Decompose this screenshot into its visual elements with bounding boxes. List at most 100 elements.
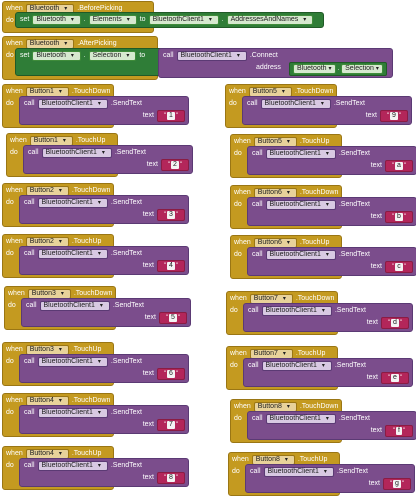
sendtext-call-block[interactable]: call BluetoothClient1 ▾ .SendText text " d ": [243, 303, 413, 332]
text-value[interactable]: 8: [167, 474, 175, 482]
sendtext-call-block[interactable]: call BluetoothClient1 ▾ .SendText text " g ": [245, 464, 415, 493]
button-handler-block[interactable]: when Button3 ▾ .TouchUp do call BluetoothCl…: [2, 342, 189, 386]
sendtext-call-block[interactable]: call BluetoothClient1 ▾ .SendText text " 7 ": [19, 405, 189, 434]
client-dropdown[interactable]: BluetoothClient1 ▾: [265, 149, 336, 159]
sendtext-call-block[interactable]: call BluetoothClient1 ▾ .SendText text " f ": [247, 411, 416, 440]
before-picking-block[interactable]: when Bluetooth ▾ .BeforePicking do set Blue…: [2, 1, 324, 33]
button-handler-block[interactable]: when Button8 ▾ .TouchUp do call BluetoothCl…: [228, 452, 415, 496]
sendtext-call-block[interactable]: call BluetoothClient1 ▾ .SendText text " a ": [247, 146, 416, 175]
when-label: when: [234, 403, 251, 410]
text-literal-block[interactable]: " 9 ": [380, 110, 408, 122]
button-handler-block[interactable]: when Button5 ▾ .TouchDown do call Bluetooth…: [225, 84, 412, 128]
text-literal-block[interactable]: " e ": [381, 372, 409, 384]
client-dropdown[interactable]: BluetoothClient1 ▾: [265, 414, 336, 424]
client-dropdown[interactable]: BluetoothClient1 ▾: [261, 361, 332, 371]
text-literal-block[interactable]: " 1 ": [157, 110, 185, 122]
text-value[interactable]: 1: [167, 112, 175, 120]
sendtext-call-block[interactable]: call BluetoothClient1 ▾ .SendText text " b ": [247, 197, 416, 226]
client-dropdown[interactable]: BluetoothClient1 ▾: [37, 357, 108, 367]
property-dropdown[interactable]: Selection ▾: [88, 51, 137, 61]
text-value[interactable]: 9: [390, 112, 398, 120]
do-label: do: [6, 462, 14, 469]
button-handler-block[interactable]: when Button7 ▾ .TouchUp do call BluetoothCl…: [226, 346, 413, 390]
text-literal-block[interactable]: " b ": [385, 211, 413, 223]
sendtext-call-block[interactable]: call BluetoothClient1 ▾ .SendText text " 3 ": [19, 195, 189, 224]
sendtext-call-block[interactable]: call BluetoothClient1 ▾ .SendText text " e ": [243, 358, 413, 387]
addr-component-dropdown[interactable]: Bluetooth ▾: [293, 64, 336, 74]
after-picking-block[interactable]: when Bluetooth ▾ .AfterPicking do set Bluet…: [2, 36, 394, 80]
event-name: .TouchDown: [294, 88, 334, 95]
text-value[interactable]: 3: [167, 211, 175, 219]
client-dropdown[interactable]: BluetoothClient1 ▾: [37, 249, 108, 259]
do-label: do: [8, 302, 16, 309]
text-value[interactable]: 4: [167, 262, 175, 270]
text-value[interactable]: c: [395, 263, 403, 271]
text-literal-block[interactable]: " a ": [385, 160, 413, 172]
client-dropdown[interactable]: BluetoothClient1 ▾: [265, 200, 336, 210]
button-handler-block[interactable]: when Button6 ▾ .TouchUp do call BluetoothCl…: [230, 235, 416, 279]
text-value[interactable]: g: [393, 480, 401, 488]
target-dropdown[interactable]: Bluetooth ▾: [32, 15, 81, 25]
client-dropdown[interactable]: BluetoothClient1 ▾: [265, 250, 336, 260]
call-label: call: [252, 415, 263, 422]
sendtext-call-block[interactable]: call BluetoothClient1 ▾ .SendText text " 9 ": [242, 96, 412, 125]
button-handler-block[interactable]: when Button4 ▾ .TouchUp do call BluetoothCl…: [2, 446, 189, 490]
address-getter-block[interactable]: Bluetooth ▾ . Selection ▾: [289, 62, 387, 76]
text-literal-block[interactable]: " g ": [383, 478, 411, 490]
button-handler-block[interactable]: when Button1 ▾ .TouchDown do call Bluetooth…: [2, 84, 189, 128]
text-value[interactable]: e: [391, 374, 399, 382]
text-literal-block[interactable]: " 2 ": [161, 159, 189, 171]
client-dropdown[interactable]: BluetoothClient1 ▾: [37, 99, 108, 109]
client-dropdown[interactable]: BluetoothClient1 ▾: [37, 408, 108, 418]
button-handler-block[interactable]: when Button7 ▾ .TouchDown do call Bluetooth…: [226, 291, 413, 335]
text-value[interactable]: f: [396, 427, 402, 435]
sendtext-call-block[interactable]: call BluetoothClient1 ▾ .SendText text " 2 ": [23, 145, 193, 174]
button-handler-block[interactable]: when Button8 ▾ .TouchDown do call Bluetooth…: [230, 399, 416, 443]
text-value[interactable]: a: [395, 162, 403, 170]
target-dropdown[interactable]: Bluetooth ▾: [32, 51, 81, 61]
source-component-dropdown[interactable]: BluetoothClient1 ▾: [148, 15, 219, 25]
sendtext-call-block[interactable]: call BluetoothClient1 ▾ .SendText text " 6 ": [19, 354, 189, 383]
property-dropdown[interactable]: Elements ▾: [88, 15, 137, 25]
text-literal-block[interactable]: " 8 ": [157, 472, 185, 484]
client-dropdown[interactable]: BluetoothClient1 ▾: [37, 198, 108, 208]
button-handler-block[interactable]: when Button6 ▾ .TouchDown do call Bluetooth…: [230, 185, 416, 229]
client-dropdown[interactable]: BluetoothClient1 ▾: [37, 461, 108, 471]
text-literal-block[interactable]: " 6 ": [157, 368, 185, 380]
set-block[interactable]: set Bluetooth ▾. Elements ▾ to BluetoothClie…: [15, 12, 324, 28]
text-value[interactable]: b: [395, 213, 403, 221]
client-dropdown[interactable]: BluetoothClient1 ▾: [261, 306, 332, 316]
text-value[interactable]: 6: [167, 370, 175, 378]
text-value[interactable]: 2: [171, 161, 179, 169]
text-literal-block[interactable]: " c ": [385, 261, 413, 273]
sendtext-call-block[interactable]: call BluetoothClient1 ▾ .SendText text " 8 ": [19, 458, 189, 487]
button-handler-block[interactable]: when Button4 ▾ .TouchDown do call Bluetooth…: [2, 393, 189, 437]
text-value[interactable]: d: [391, 319, 399, 327]
source-property-dropdown[interactable]: AddressesAndNames ▾: [226, 15, 314, 25]
text-literal-block[interactable]: " f ": [385, 425, 413, 437]
text-literal-block[interactable]: " 4 ": [157, 260, 185, 272]
client-dropdown[interactable]: BluetoothClient1 ▾: [41, 148, 112, 158]
addr-property-dropdown[interactable]: Selection ▾: [341, 64, 383, 74]
button-handler-block[interactable]: when Button1 ▾ .TouchUp do call BluetoothCl…: [6, 133, 193, 177]
button-handler-block[interactable]: when Button2 ▾ .TouchUp do call BluetoothCl…: [2, 234, 189, 278]
button-handler-block[interactable]: when Button3 ▾ .TouchDown do call Bluetooth…: [4, 286, 191, 330]
text-value[interactable]: 7: [167, 421, 175, 429]
client-dropdown[interactable]: BluetoothClient1 ▾: [263, 467, 334, 477]
connect-call-block[interactable]: call BluetoothClient1 ▾ .Connect address B…: [158, 48, 393, 78]
client-dropdown[interactable]: BluetoothClient1 ▾: [260, 99, 331, 109]
client-dropdown[interactable]: BluetoothClient1 ▾: [176, 51, 247, 61]
text-value[interactable]: 5: [169, 314, 177, 322]
sendtext-call-block[interactable]: call BluetoothClient1 ▾ .SendText text " 1 ": [19, 96, 189, 125]
text-literal-block[interactable]: " 3 ": [157, 209, 185, 221]
sendtext-call-block[interactable]: call BluetoothClient1 ▾ .SendText text " 5 ": [21, 298, 191, 327]
set-block[interactable]: set Bluetooth ▾. Selection ▾ to: [15, 48, 163, 76]
sendtext-call-block[interactable]: call BluetoothClient1 ▾ .SendText text " c ": [247, 247, 416, 276]
sendtext-call-block[interactable]: call BluetoothClient1 ▾ .SendText text " 4 ": [19, 246, 189, 275]
button-handler-block[interactable]: when Button2 ▾ .TouchDown do call Bluetooth…: [2, 183, 189, 227]
button-handler-block[interactable]: when Button5 ▾ .TouchUp do call BluetoothCl…: [230, 134, 416, 178]
text-literal-block[interactable]: " 5 ": [159, 312, 187, 324]
text-literal-block[interactable]: " 7 ": [157, 419, 185, 431]
text-literal-block[interactable]: " d ": [381, 317, 409, 329]
client-dropdown[interactable]: BluetoothClient1 ▾: [39, 301, 110, 311]
